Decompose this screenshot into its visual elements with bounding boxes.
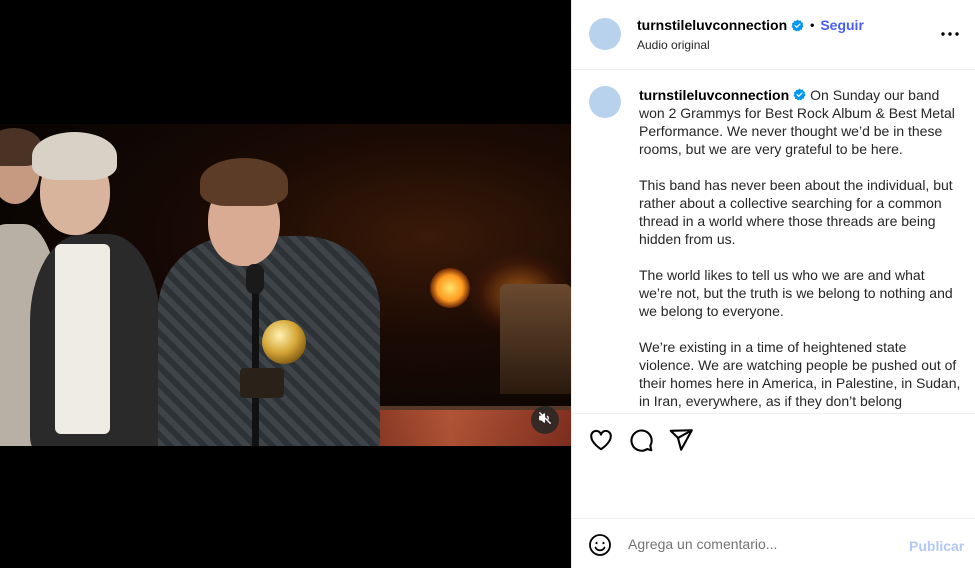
more-options-button[interactable] [938,24,962,44]
publish-button[interactable]: Publicar [909,538,964,554]
caption-section: turnstileluvconnection On Sunday our band… [572,71,975,413]
mute-toggle-button[interactable] [531,406,559,434]
caption-paragraph: We’re existing in a time of heightened s… [639,339,961,409]
muted-speaker-icon [538,411,552,430]
username-link[interactable]: turnstileluvconnection [637,17,787,33]
avatar[interactable] [589,18,621,50]
audio-label[interactable]: Audio original [637,38,710,52]
heart-icon [588,429,614,457]
post-video[interactable] [0,124,571,446]
caption-text: turnstileluvconnection On Sunday our band… [639,86,961,413]
post-header: turnstileluvconnection • Seguir Audio or… [572,0,975,70]
post-details-panel: turnstileluvconnection • Seguir Audio or… [571,0,975,568]
more-options-icon [938,31,962,48]
comment-button[interactable] [628,427,654,453]
person-middle-shirt [55,244,110,434]
caption-username[interactable]: turnstileluvconnection [639,87,789,103]
comment-input[interactable] [628,531,898,557]
header-user-row: turnstileluvconnection • Seguir [637,17,864,33]
person-speaker-hair [200,158,288,206]
microphone [246,264,264,294]
caption-avatar[interactable] [589,86,621,118]
trophy-base [240,368,284,398]
comment-bar: Publicar [572,518,975,568]
stage-spotlight [430,268,470,308]
share-icon [668,429,694,457]
verified-badge-icon [793,87,806,101]
follow-button[interactable]: Seguir [820,17,864,33]
grammy-trophy [262,320,306,364]
microphone-stand [252,269,259,446]
emoji-icon [588,534,612,561]
caption-paragraph: The world likes to tell us who we are an… [639,267,953,319]
emoji-button[interactable] [588,533,612,557]
like-button[interactable] [588,427,614,453]
verified-badge-icon [791,19,804,32]
caption-paragraph: This band has never been about the indiv… [639,177,953,247]
action-bar [572,413,975,518]
comment-icon [628,429,654,457]
person-middle-hair [32,132,117,180]
background-gramophone [500,284,571,394]
separator-dot: • [810,18,815,32]
share-button[interactable] [668,427,694,453]
media-viewer [0,0,571,568]
